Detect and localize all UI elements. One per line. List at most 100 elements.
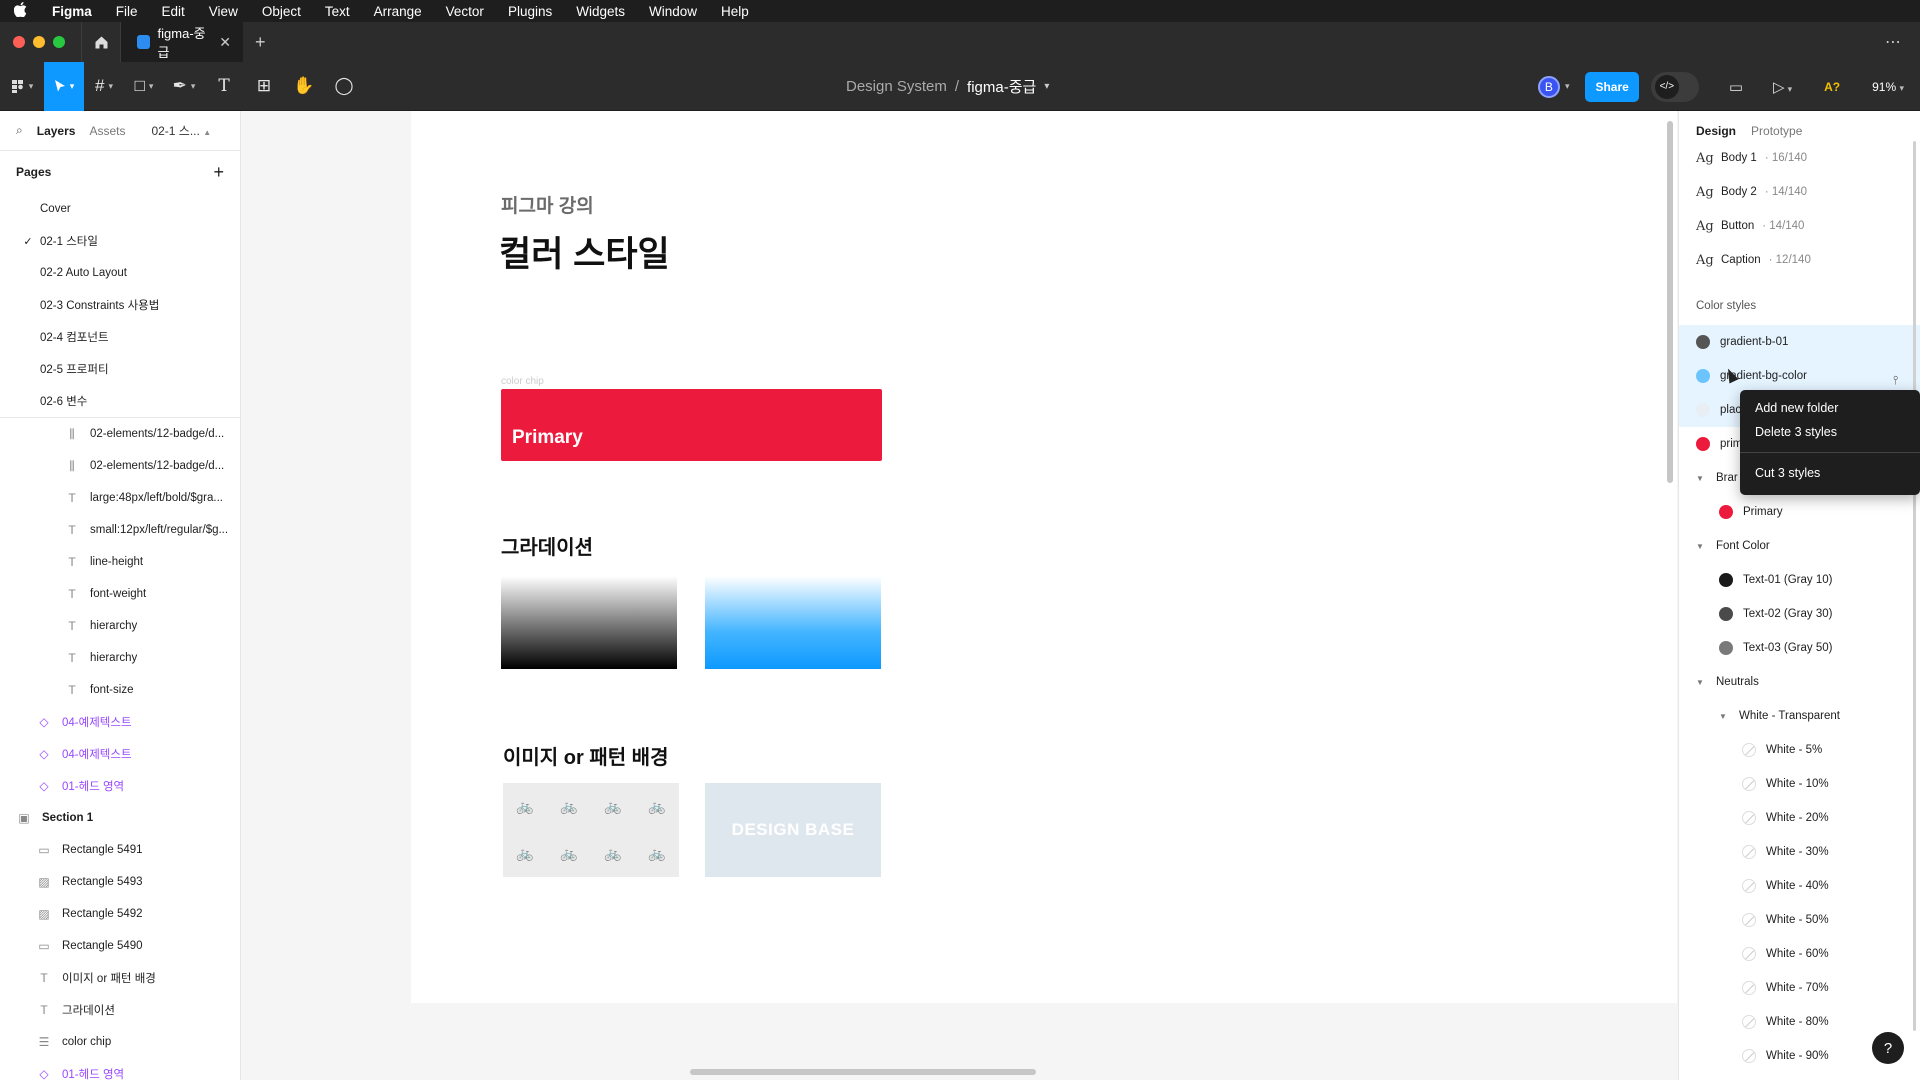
- ai-indicator[interactable]: A?: [1824, 80, 1840, 94]
- more-options-icon[interactable]: ⋯: [1885, 32, 1902, 52]
- menu-cut-styles[interactable]: Cut 3 styles: [1740, 461, 1920, 485]
- menu-widgets[interactable]: Widgets: [564, 4, 637, 19]
- tab-layers[interactable]: Layers: [37, 124, 76, 138]
- color-style-item[interactable]: White - 30%: [1679, 835, 1920, 869]
- home-icon[interactable]: [81, 22, 121, 62]
- color-style-item[interactable]: White - 40%: [1679, 869, 1920, 903]
- color-style-item[interactable]: Primary: [1679, 495, 1920, 529]
- close-window-button[interactable]: [13, 36, 25, 48]
- layer-item[interactable]: Tfont-weight: [0, 578, 240, 610]
- tab-assets[interactable]: Assets: [89, 124, 125, 138]
- color-style-item[interactable]: gradient-bg-color: [1679, 359, 1920, 393]
- menu-help[interactable]: Help: [709, 4, 761, 19]
- layer-item[interactable]: ◇ 04-예제텍스트: [0, 738, 240, 770]
- page-item[interactable]: 02-6 변수: [0, 385, 240, 417]
- gradient-black-swatch[interactable]: [501, 576, 677, 669]
- adjust-icon[interactable]: ⫯: [1893, 373, 1898, 388]
- menu-edit[interactable]: Edit: [150, 4, 197, 19]
- layer-item[interactable]: Tfont-size: [0, 674, 240, 706]
- color-style-item[interactable]: Text-03 (Gray 50): [1679, 631, 1920, 665]
- hand-tool-button[interactable]: ✋: [284, 62, 324, 111]
- color-style-item[interactable]: White - 10%: [1679, 767, 1920, 801]
- layer-item[interactable]: ▣ Section 1: [0, 802, 240, 834]
- page-item[interactable]: 02-4 컴포넌트: [0, 321, 240, 353]
- color-style-item[interactable]: White - 20%: [1679, 801, 1920, 835]
- layer-item[interactable]: ☰ color chip: [0, 1026, 240, 1058]
- color-style-group[interactable]: ▼ White - Transparent: [1679, 699, 1920, 733]
- design-base-image-swatch[interactable]: DESIGN BASE: [705, 783, 881, 877]
- resources-tool-button[interactable]: ⊞: [244, 62, 284, 111]
- layer-item[interactable]: ▭ Rectangle 5490: [0, 930, 240, 962]
- share-button[interactable]: Share: [1585, 71, 1639, 102]
- color-style-item[interactable]: White - 5%: [1679, 733, 1920, 767]
- menu-vector[interactable]: Vector: [434, 4, 496, 19]
- color-style-item[interactable]: Text-02 (Gray 30): [1679, 597, 1920, 631]
- close-tab-icon[interactable]: ✕: [219, 34, 231, 51]
- play-icon[interactable]: ▷ ▾: [1773, 78, 1792, 96]
- color-style-group[interactable]: ▼ Neutrals: [1679, 665, 1920, 699]
- menu-view[interactable]: View: [197, 4, 250, 19]
- primary-color-chip[interactable]: Primary: [501, 389, 882, 461]
- menu-file[interactable]: File: [104, 4, 150, 19]
- gradient-blue-swatch[interactable]: [705, 576, 881, 669]
- layer-item[interactable]: ⫼ 02-elements/12-badge/d...: [0, 450, 240, 482]
- text-tool-button[interactable]: T: [204, 62, 244, 111]
- panel-scrollbar[interactable]: [1913, 141, 1916, 1031]
- layer-item[interactable]: ◇ 04-예제텍스트: [0, 706, 240, 738]
- comment-tool-button[interactable]: ◯: [324, 62, 364, 111]
- layer-item[interactable]: Thierarchy: [0, 610, 240, 642]
- page-item[interactable]: Cover: [0, 193, 240, 225]
- layer-item[interactable]: T 그라데이션: [0, 994, 240, 1026]
- new-tab-button[interactable]: +: [255, 32, 266, 53]
- menu-plugins[interactable]: Plugins: [496, 4, 564, 19]
- current-page-indicator[interactable]: 02-1 스... ▲: [151, 122, 211, 139]
- page-item[interactable]: 02-2 Auto Layout: [0, 257, 240, 289]
- tab-prototype[interactable]: Prototype: [1751, 124, 1802, 138]
- tab-design[interactable]: Design: [1696, 124, 1736, 138]
- page-item[interactable]: 02-5 프로퍼티: [0, 353, 240, 385]
- search-icon[interactable]: ⌕: [16, 123, 23, 138]
- help-button[interactable]: ?: [1872, 1032, 1904, 1064]
- menu-delete-styles[interactable]: Delete 3 styles: [1740, 420, 1920, 444]
- horizontal-scrollbar[interactable]: [690, 1069, 1036, 1075]
- layer-item[interactable]: T 이미지 or 패턴 배경: [0, 962, 240, 994]
- color-style-item[interactable]: White - 60%: [1679, 937, 1920, 971]
- text-style-item[interactable]: Ag Body 1 · 16/140: [1679, 141, 1920, 175]
- main-menu-button[interactable]: ▾: [0, 62, 44, 111]
- layer-item[interactable]: Tline-height: [0, 546, 240, 578]
- file-tab[interactable]: figma-중급 ✕: [121, 22, 243, 62]
- layer-item[interactable]: ▨ Rectangle 5493: [0, 866, 240, 898]
- page-item[interactable]: 02-3 Constraints 사용법: [0, 289, 240, 321]
- bicycle-pattern-swatch[interactable]: 🚲 🚲 🚲 🚲 🚲 🚲 🚲 🚲: [503, 783, 679, 877]
- text-style-item[interactable]: Ag Body 2 · 14/140: [1679, 175, 1920, 209]
- breadcrumb-project[interactable]: Design System: [846, 78, 947, 95]
- color-style-item[interactable]: gradient-b-01: [1679, 325, 1920, 359]
- move-tool-button[interactable]: ▾: [44, 61, 84, 111]
- canvas[interactable]: 피그마 강의 컬러 스타일 color chip Primary 그라데이션 이…: [241, 111, 1678, 1080]
- layer-item[interactable]: Tlarge:48px/left/bold/$gra...: [0, 482, 240, 514]
- chevron-down-icon[interactable]: ▾: [1044, 81, 1049, 92]
- dev-mode-toggle[interactable]: </>: [1650, 71, 1699, 102]
- color-style-item[interactable]: White - 70%: [1679, 971, 1920, 1005]
- menu-add-new-folder[interactable]: Add new folder: [1740, 396, 1920, 420]
- shape-tool-button[interactable]: □ ▾: [124, 62, 164, 111]
- menu-arrange[interactable]: Arrange: [362, 4, 434, 19]
- menu-text[interactable]: Text: [313, 4, 362, 19]
- text-style-item[interactable]: Ag Caption · 12/140: [1679, 243, 1920, 277]
- color-style-item[interactable]: Text-01 (Gray 10): [1679, 563, 1920, 597]
- breadcrumb-file[interactable]: figma-중급: [967, 76, 1036, 97]
- layer-item[interactable]: ◇ 01-헤드 영역: [0, 770, 240, 802]
- pen-tool-button[interactable]: ✒ ▾: [164, 62, 204, 111]
- style-guide-frame[interactable]: 피그마 강의 컬러 스타일 color chip Primary 그라데이션 이…: [411, 111, 1677, 1003]
- color-style-group[interactable]: ▼ Font Color: [1679, 529, 1920, 563]
- layer-item[interactable]: ◇ 01-헤드 영역: [0, 1058, 240, 1080]
- layer-item[interactable]: Thierarchy: [0, 642, 240, 674]
- menu-object[interactable]: Object: [250, 4, 313, 19]
- menu-window[interactable]: Window: [637, 4, 709, 19]
- add-page-button[interactable]: +: [213, 162, 224, 183]
- vertical-scrollbar[interactable]: [1667, 121, 1673, 483]
- menu-figma[interactable]: Figma: [40, 4, 104, 19]
- minimize-window-button[interactable]: [33, 36, 45, 48]
- chevron-down-icon[interactable]: ▼: [1694, 474, 1706, 483]
- library-icon[interactable]: ▭: [1729, 78, 1743, 96]
